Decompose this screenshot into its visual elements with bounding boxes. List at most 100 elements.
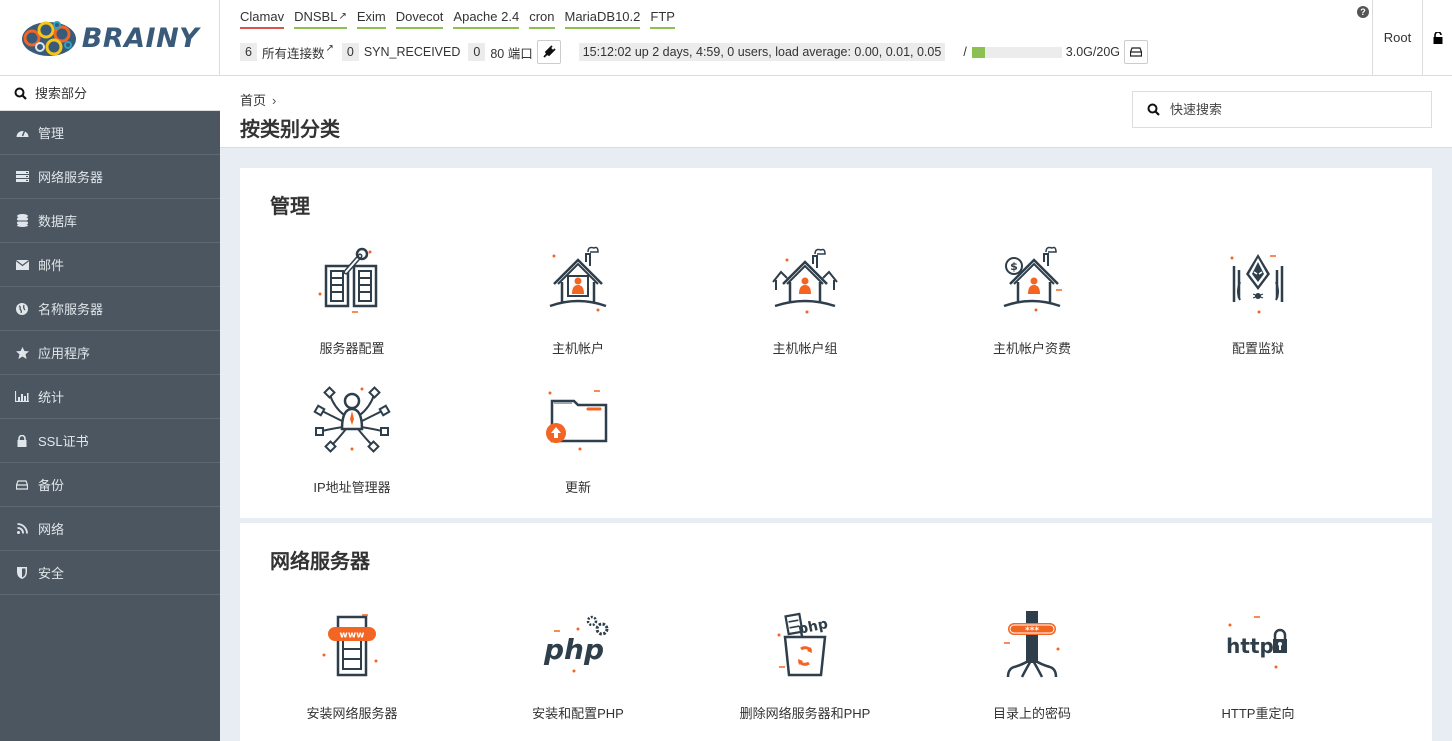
sidebar-item-label: 安全 [38,563,64,582]
dashboard-icon [15,126,29,140]
tile-php-config[interactable]: php 安装和配置PHP [468,609,688,739]
service-clamav[interactable]: Clamav [240,9,284,29]
syn-received-count: 0 [342,43,359,61]
all-connections-link[interactable]: 所有连接数↗ [262,43,334,62]
tile-label: 安装网络服务器 [242,703,462,722]
sidebar-item-statistics[interactable]: 统计 [0,375,220,419]
tile-label: 主机帐户 [468,338,688,357]
server-status-line: 6 所有连接数↗ 0 SYN_RECEIVED 0 80 端口 15:12:02… [240,40,1148,64]
disk-details-button[interactable] [1124,40,1148,64]
user-menu[interactable]: Root [1372,0,1422,75]
tile-hosting-account-group[interactable]: 主机帐户组 [695,244,915,374]
plug-icon [542,45,556,59]
breadcrumb-separator: › [272,93,276,108]
service-status-list: Clamav DNSBL↗ Exim Dovecot Apache 2.4 cr… [240,9,675,29]
hosting-account-plan-icon: $ [992,244,1072,316]
section-title: 网络服务器 [270,545,370,574]
page-title: 按类别分类 [240,113,340,142]
section-title: 管理 [270,190,310,219]
sidebar-item-nameserver[interactable]: 名称服务器 [0,287,220,331]
server-icon [15,170,29,184]
sidebar-search-input[interactable] [35,86,205,101]
tile-label: 安装和配置PHP [468,703,688,722]
svg-text:$: $ [1010,260,1018,273]
sidebar-item-backup[interactable]: 备份 [0,463,220,507]
service-cron[interactable]: cron [529,9,554,29]
sidebar-item-webserver[interactable]: 网络服务器 [0,155,220,199]
tile-directory-password[interactable]: *** 目录上的密码 [922,609,1142,739]
port80-label: 80 端口 [490,43,532,62]
svg-text:***: *** [1025,626,1039,636]
tile-label: 更新 [468,477,688,496]
hosting-account-group-icon [765,244,845,316]
remove-webserver-php-icon: php [765,609,845,681]
sidebar-item-ssl[interactable]: SSL证书 [0,419,220,463]
tile-remove-webserver-php[interactable]: php 删除网络服务器和PHP [695,609,915,739]
sidebar-item-label: 网络服务器 [38,167,103,186]
sidebar-item-label: 备份 [38,475,64,494]
logout-button[interactable] [1422,0,1452,75]
svg-text:php: php [797,616,830,638]
service-exim[interactable]: Exim [357,9,386,29]
sidebar-item-label: 统计 [38,387,64,406]
sidebar-item-label: 应用程序 [38,343,90,362]
sidebar-search [0,76,220,111]
tile-ip-manager[interactable]: IP地址管理器 [242,383,462,513]
external-link-icon: ↗ [338,11,346,22]
service-dnsbl[interactable]: DNSBL↗ [294,9,347,29]
search-icon [14,87,27,100]
server-config-icon [312,244,392,316]
tile-server-config[interactable]: 服务器配置 [242,244,462,374]
envelope-icon [15,258,29,272]
gears-logo-icon [20,18,78,58]
sidebar-item-label: SSL证书 [38,431,89,450]
quick-search-input[interactable] [1170,102,1420,117]
search-icon [1147,103,1160,116]
jail-config-icon [1218,244,1298,316]
hosting-account-icon [538,244,618,316]
hdd-icon [15,478,29,492]
tile-label: 服务器配置 [242,338,462,357]
sidebar-item-label: 名称服务器 [38,299,103,318]
service-ftp[interactable]: FTP [650,9,675,29]
page-header: 首页 › 按类别分类 [220,76,1452,148]
svg-text:http: http [1226,634,1274,658]
tile-install-webserver[interactable]: www 安装网络服务器 [242,609,462,739]
tile-label: HTTP重定向 [1148,703,1368,722]
update-icon [538,383,618,455]
sidebar-item-network[interactable]: 网络 [0,507,220,551]
tile-hosting-account-plan[interactable]: $ 主机帐户资费 [922,244,1142,374]
sidebar-item-mail[interactable]: 邮件 [0,243,220,287]
sidebar-item-label: 网络 [38,519,64,538]
tile-jail-config[interactable]: 配置监狱 [1148,244,1368,374]
tile-label: 主机帐户资费 [922,338,1142,357]
section-webserver: 网络服务器 www 安装网络服务器 php 安装和配置PHP php [240,523,1432,741]
tile-label: 删除网络服务器和PHP [695,703,915,722]
star-icon [15,346,29,360]
shield-icon [15,566,29,580]
logo[interactable]: BRAINY [0,0,220,76]
uptime-text: 15:12:02 up 2 days, 4:59, 0 users, load … [579,43,946,61]
tile-hosting-account[interactable]: 主机帐户 [468,244,688,374]
section-management: 管理 服务器配置 主机帐户 [240,168,1432,518]
sidebar-item-security[interactable]: 安全 [0,551,220,595]
rss-icon [15,522,29,536]
connections-plug-button[interactable] [537,40,561,64]
sidebar-item-database[interactable]: 数据库 [0,199,220,243]
help-icon[interactable]: ? [1357,6,1369,18]
sidebar-item-management[interactable]: 管理 [0,111,220,155]
sidebar-item-applications[interactable]: 应用程序 [0,331,220,375]
syn-received-label: SYN_RECEIVED [364,45,461,59]
service-apache[interactable]: Apache 2.4 [453,9,519,29]
tile-label: IP地址管理器 [242,477,462,496]
service-mariadb[interactable]: MariaDB10.2 [565,9,641,29]
top-bar: BRAINY Clamav DNSBL↗ Exim Dovecot Apache… [0,0,1452,76]
tile-http-redirect[interactable]: http HTTP重定向 [1148,609,1368,739]
svg-text:php: php [543,633,604,666]
service-dovecot[interactable]: Dovecot [396,9,444,29]
sidebar-item-label: 邮件 [38,255,64,274]
sidebar: 管理 网络服务器 数据库 邮件 名称服务器 应用程序 统计 SSL证书 备份 网… [0,76,220,741]
tile-update[interactable]: 更新 [468,383,688,513]
breadcrumb-home[interactable]: 首页 [240,93,266,108]
disk-usage-fill [972,47,986,58]
